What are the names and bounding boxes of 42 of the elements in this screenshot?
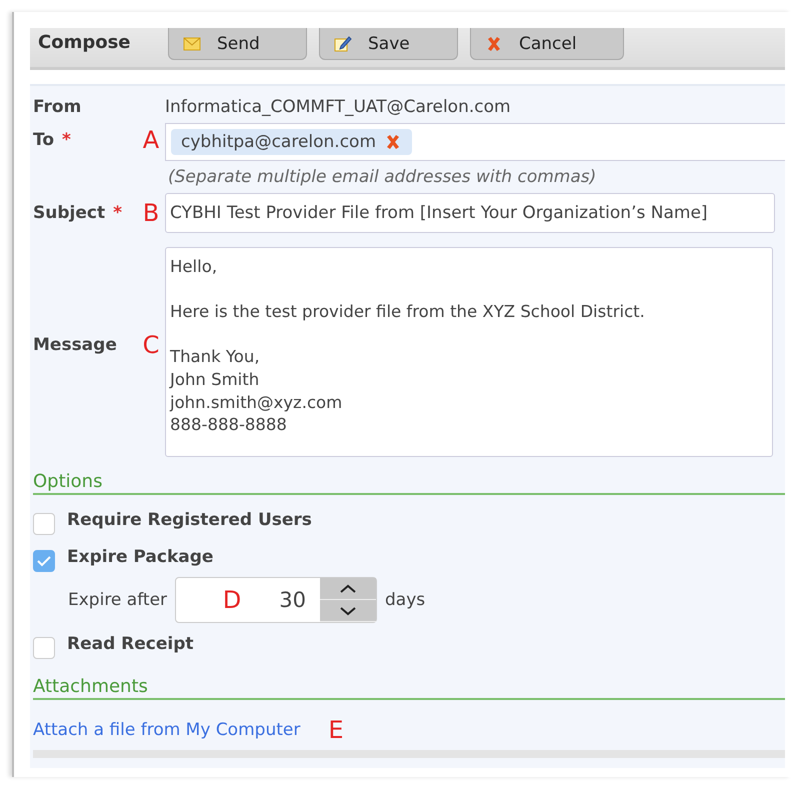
subject-field[interactable]: CYBHI Test Provider File from [Insert Your Organization’s Name] <box>165 193 775 233</box>
annotation-letter: C <box>142 333 160 357</box>
save-button[interactable]: Save <box>319 28 458 60</box>
section-heading: Attachments <box>33 676 785 700</box>
checkbox-label: Read Receipt <box>67 634 194 654</box>
hint-text: (Separate multiple email addresses with commas) <box>167 166 598 189</box>
field-label: Expire after <box>68 590 168 610</box>
required-mark: * <box>113 203 122 223</box>
recipient-chip[interactable]: cybhitpa@carelon.com <box>171 129 412 155</box>
checkbox-label: Expire Package <box>67 546 214 566</box>
field-label: Message <box>33 335 117 355</box>
field-label: To <box>33 130 54 150</box>
annotation-letter: A <box>142 128 160 152</box>
envelope-icon <box>183 36 201 50</box>
unit-label: days <box>385 590 426 610</box>
message-field[interactable]: Hello, Here is the test provider file from the XYZ School District. Thank You, John Smith john.smith@xyz.com 888-888-8888 <box>165 247 773 457</box>
send-button[interactable]: Send <box>168 28 307 60</box>
checkbox-label: Require Registered Users <box>67 510 312 530</box>
field-value: 30 <box>279 588 306 612</box>
attach-file-link[interactable]: Attach a file from My Computer <box>33 720 300 740</box>
field-label: From <box>33 97 82 117</box>
from-address: Informatica_COMMFT_UAT@Carelon.com <box>165 96 512 119</box>
field-label: Subject <box>33 203 106 223</box>
checkbox[interactable] <box>33 550 55 572</box>
annotation-letter: D <box>222 588 242 612</box>
annotation-letter: B <box>142 201 160 225</box>
checkmark-icon <box>36 554 52 568</box>
checkbox[interactable] <box>33 636 55 658</box>
increment-button[interactable] <box>320 578 376 600</box>
chevron-up-icon <box>339 584 358 594</box>
decrement-button[interactable] <box>320 600 376 622</box>
cancel-icon <box>485 34 503 52</box>
annotation-letter: E <box>328 718 344 742</box>
chevron-down-icon <box>339 606 358 616</box>
toolbar-title: Compose <box>38 31 132 53</box>
cancel-button[interactable]: Cancel <box>470 28 624 60</box>
checkbox[interactable] <box>33 512 55 534</box>
section-heading: Options <box>33 471 785 495</box>
required-mark: * <box>62 130 71 150</box>
number-field[interactable]: D 30 <box>175 577 378 623</box>
to-field[interactable]: cybhitpa@carelon.com <box>165 123 785 161</box>
edit-icon <box>334 35 352 52</box>
